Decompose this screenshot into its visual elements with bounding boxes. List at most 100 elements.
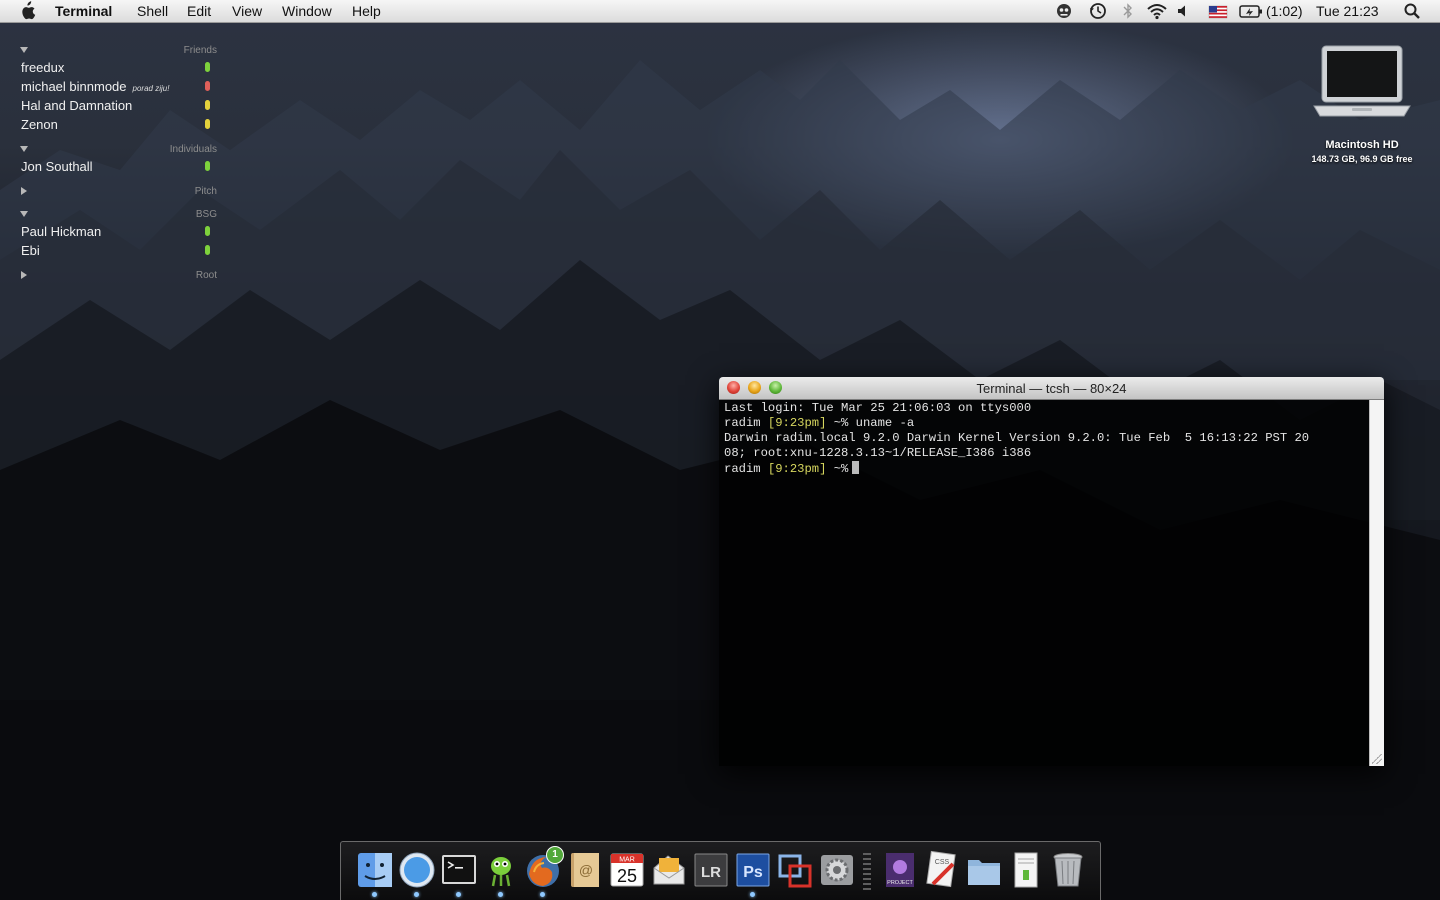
volume-icon[interactable] bbox=[1176, 1, 1190, 21]
adium-icon[interactable] bbox=[482, 850, 520, 890]
menu-shell[interactable]: Shell bbox=[137, 3, 168, 19]
calendar-day: 25 bbox=[617, 866, 637, 886]
safari-icon[interactable] bbox=[398, 850, 436, 890]
battery-icon[interactable] bbox=[1238, 1, 1264, 21]
photoshop-icon[interactable]: Ps bbox=[734, 850, 772, 890]
resize-grip-icon[interactable] bbox=[1372, 754, 1382, 764]
running-indicator bbox=[456, 892, 461, 897]
terminal-app-icon[interactable] bbox=[440, 850, 478, 890]
group-name: Individuals bbox=[169, 144, 217, 155]
address-book-icon[interactable]: @ bbox=[566, 850, 604, 890]
wifi-icon[interactable] bbox=[1146, 1, 1168, 21]
macintosh-hd-desktop-icon[interactable]: Macintosh HD 148.73 GB, 96.9 GB free bbox=[1300, 44, 1424, 174]
lightroom-icon[interactable]: LR bbox=[692, 850, 730, 890]
battery-time[interactable]: (1:02) bbox=[1266, 3, 1303, 19]
terminal-content[interactable]: Last login: Tue Mar 25 21:06:03 on ttys0… bbox=[719, 400, 1369, 766]
buddy-freedux[interactable]: freedux bbox=[0, 59, 230, 77]
status-dot-icon bbox=[205, 161, 210, 171]
bluetooth-icon[interactable] bbox=[1121, 1, 1135, 21]
applications-folder-icon[interactable] bbox=[965, 850, 1003, 890]
group-pitch[interactable]: Pitch bbox=[0, 184, 230, 200]
drive-info: 148.73 GB, 96.9 GB free bbox=[1311, 154, 1413, 164]
stamps-app-icon[interactable] bbox=[650, 850, 688, 890]
buddy-paul-hickman[interactable]: Paul Hickman bbox=[0, 223, 230, 241]
window-title: Terminal — tcsh — 80×24 bbox=[976, 381, 1127, 396]
apple-icon[interactable] bbox=[18, 1, 36, 21]
vmware-icon[interactable] bbox=[776, 850, 814, 890]
menu-bar: Terminal Shell Edit View Window Help (1:… bbox=[0, 0, 1440, 23]
lightroom-label: LR bbox=[701, 864, 721, 881]
ical-icon[interactable]: MAR 25 bbox=[608, 850, 646, 890]
vertical-scrollbar[interactable] bbox=[1369, 400, 1384, 766]
menu-edit[interactable]: Edit bbox=[187, 3, 211, 19]
menubar-clock[interactable]: Tue 21:23 bbox=[1316, 3, 1379, 19]
calendar-month: MAR bbox=[619, 857, 635, 864]
buddy-hal-and-damnation[interactable]: Hal and Damnation bbox=[0, 97, 230, 115]
terminal-line: Darwin radim.local 9.2.0 Darwin Kernel V… bbox=[724, 431, 1310, 445]
buddy-name: Jon Southall bbox=[21, 159, 93, 174]
buddy-zenon[interactable]: Zenon bbox=[0, 116, 230, 134]
status-dot-icon bbox=[205, 119, 210, 129]
text-cursor bbox=[852, 461, 860, 474]
dock-separator[interactable] bbox=[862, 850, 872, 892]
group-name: Root bbox=[195, 270, 217, 281]
laptop-drive-icon bbox=[1313, 45, 1411, 117]
running-indicator bbox=[372, 892, 377, 897]
drive-name: Macintosh HD bbox=[1325, 139, 1399, 151]
disclosure-triangle-icon[interactable] bbox=[20, 211, 28, 217]
buddy-name: Zenon bbox=[21, 117, 58, 132]
buddy-status-message: porad ziju! bbox=[132, 84, 170, 93]
robot-icon[interactable] bbox=[1055, 1, 1073, 21]
system-preferences-icon[interactable] bbox=[818, 850, 856, 890]
dock: 1 @ MAR 25 LR Ps PROJECT CSS bbox=[340, 841, 1101, 900]
prompt-time: [9:23pm] bbox=[767, 416, 827, 430]
running-indicator bbox=[540, 892, 545, 897]
group-bsg[interactable]: BSG bbox=[0, 207, 230, 223]
svg-text:@: @ bbox=[579, 862, 593, 878]
prompt-time: [9:23pm] bbox=[767, 462, 827, 476]
group-friends[interactable]: Friends bbox=[0, 43, 230, 59]
notification-badge: 1 bbox=[546, 846, 564, 864]
buddy-ebi[interactable]: Ebi bbox=[0, 242, 230, 260]
buddy-name: freedux bbox=[21, 60, 65, 75]
menu-view[interactable]: View bbox=[232, 3, 262, 19]
menu-window[interactable]: Window bbox=[282, 3, 332, 19]
status-dot-icon bbox=[205, 81, 210, 91]
photoshop-label: Ps bbox=[743, 864, 763, 881]
running-indicator bbox=[498, 892, 503, 897]
menu-help[interactable]: Help bbox=[352, 3, 381, 19]
disclosure-triangle-icon[interactable] bbox=[21, 271, 27, 279]
time-machine-icon[interactable] bbox=[1088, 1, 1108, 21]
buddy-jon-southall[interactable]: Jon Southall bbox=[0, 158, 230, 176]
buddy-michael-binnmode[interactable]: michael binnmode porad ziju! bbox=[0, 78, 230, 96]
css-edit-icon[interactable]: CSS bbox=[923, 850, 961, 890]
project-label: PROJECT bbox=[887, 880, 913, 886]
menu-app-name[interactable]: Terminal bbox=[55, 3, 112, 19]
disclosure-triangle-icon[interactable] bbox=[21, 187, 27, 195]
status-dot-icon bbox=[205, 62, 210, 72]
group-root[interactable]: Root bbox=[0, 268, 230, 284]
terminal-window[interactable]: Terminal — tcsh — 80×24 Last login: Tue … bbox=[719, 377, 1384, 766]
disclosure-triangle-icon[interactable] bbox=[20, 146, 28, 152]
us-flag-icon[interactable] bbox=[1208, 1, 1228, 21]
buddy-name: michael binnmode bbox=[21, 79, 127, 94]
window-titlebar[interactable]: Terminal — tcsh — 80×24 bbox=[719, 377, 1384, 400]
buddy-name: Hal and Damnation bbox=[21, 98, 133, 113]
running-indicator bbox=[414, 892, 419, 897]
terminal-line: radim [9:23pm] ~% bbox=[724, 461, 860, 477]
terminal-line: radim [9:23pm] ~% uname -a bbox=[724, 416, 914, 431]
prompt-command: ~% bbox=[826, 462, 849, 476]
finder-icon[interactable] bbox=[356, 850, 394, 890]
status-dot-icon bbox=[205, 100, 210, 110]
group-individuals[interactable]: Individuals bbox=[0, 142, 230, 158]
disclosure-triangle-icon[interactable] bbox=[20, 47, 28, 53]
buddy-name: Ebi bbox=[21, 243, 40, 258]
status-dot-icon bbox=[205, 245, 210, 255]
terminal-line: Last login: Tue Mar 25 21:06:03 on ttys0… bbox=[724, 401, 1032, 415]
trash-icon[interactable] bbox=[1049, 850, 1087, 890]
firefox-icon[interactable]: 1 bbox=[524, 846, 564, 890]
spotlight-icon[interactable] bbox=[1403, 1, 1421, 21]
documents-stack-icon[interactable] bbox=[1007, 850, 1045, 890]
project-app-icon[interactable]: PROJECT bbox=[881, 850, 919, 890]
prompt-user: radim bbox=[724, 416, 768, 430]
